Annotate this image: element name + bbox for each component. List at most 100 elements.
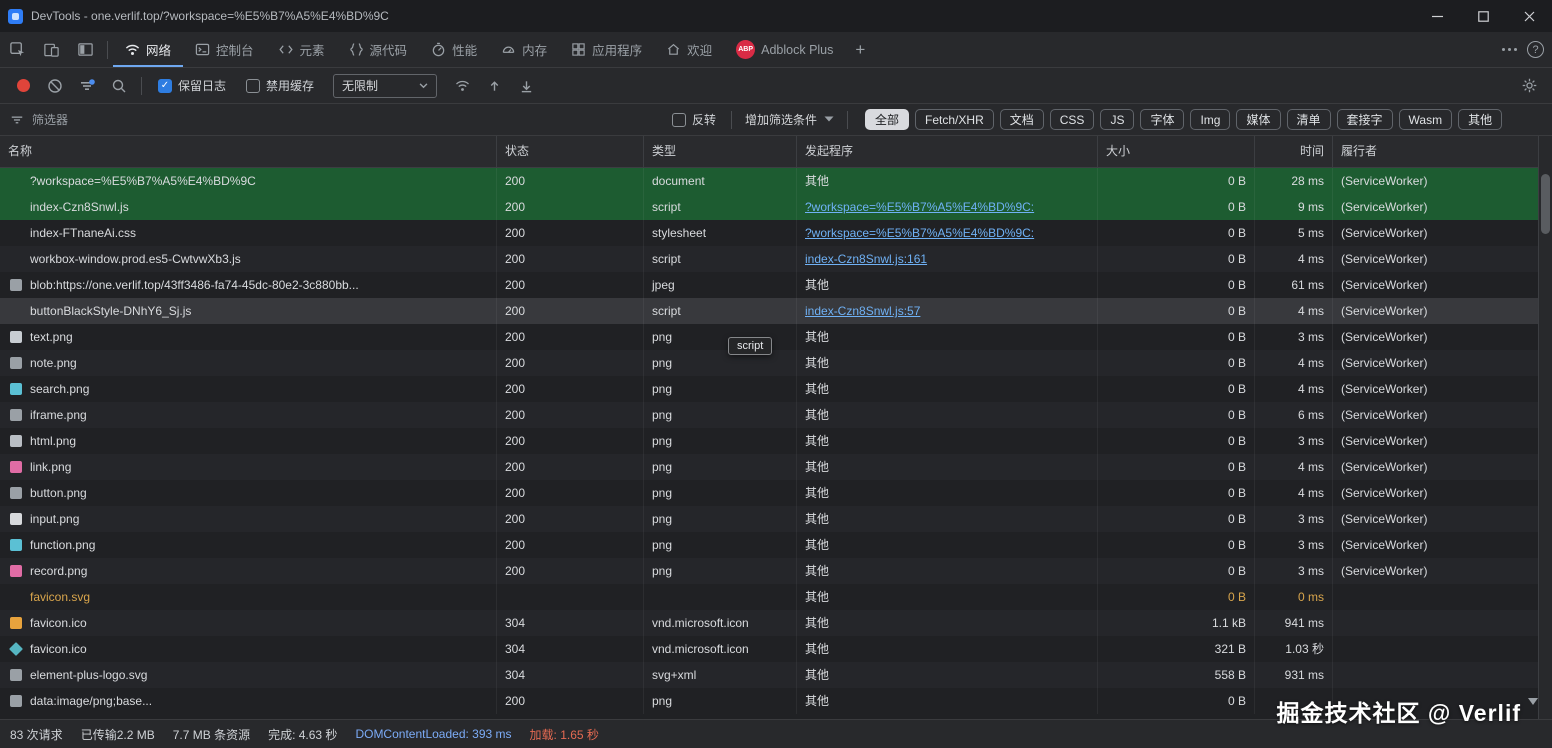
record-network-log-button[interactable]	[8, 73, 38, 99]
tab-performance[interactable]: 性能	[419, 32, 489, 67]
column-header-name[interactable]: 名称	[0, 136, 497, 167]
tab-network[interactable]: 网络	[113, 32, 184, 67]
table-row[interactable]: text.png 200 png 其他 0 B3 ms (ServiceWorker)	[0, 324, 1552, 350]
table-row[interactable]: favicon.ico 304 vnd.microsoft.icon 其他 321 B1…	[0, 636, 1552, 662]
filter-pill-all[interactable]: 全部	[865, 109, 910, 130]
filter-pill-js[interactable]: JS	[1100, 109, 1135, 130]
table-row[interactable]: link.png 200 png 其他 0 B4 ms (ServiceWorker)	[0, 454, 1552, 480]
cell-initiator: 其他	[797, 610, 1098, 636]
tab-elements[interactable]: 元素	[266, 32, 337, 67]
cell-fulfilled-by	[1333, 662, 1552, 688]
filter-pill-media[interactable]: 媒体	[1236, 109, 1281, 130]
cell-time: 3 ms	[1255, 532, 1333, 558]
column-header-status[interactable]: 状态	[497, 136, 644, 167]
column-header-size[interactable]: 大小	[1098, 136, 1255, 167]
cell-initiator: 其他	[797, 506, 1098, 532]
device-toolbar-icon[interactable]	[34, 32, 68, 67]
filter-toggle-button[interactable]	[72, 73, 102, 99]
cell-status: 200	[497, 454, 644, 480]
cell-type: png	[644, 350, 797, 376]
invert-filter-toggle[interactable]: 反转	[672, 111, 716, 128]
panel-layout-icon[interactable]	[68, 32, 102, 67]
network-conditions-button[interactable]	[447, 73, 477, 99]
filter-pill-socket[interactable]: 套接字	[1336, 109, 1393, 130]
invert-checkbox[interactable]	[672, 112, 686, 127]
request-name: favicon.svg	[30, 590, 91, 604]
filter-pill-img[interactable]: Img	[1190, 109, 1231, 130]
filter-pill-doc[interactable]: 文档	[999, 109, 1044, 130]
table-row[interactable]: input.png 200 png 其他 0 B3 ms (ServiceWorker)	[0, 506, 1552, 532]
table-row[interactable]: favicon.svg 其他 0 B0 ms	[0, 584, 1552, 610]
maximize-button[interactable]	[1460, 0, 1506, 32]
search-button[interactable]	[104, 73, 134, 99]
column-header-type[interactable]: 类型	[644, 136, 797, 167]
more-filters-dropdown[interactable]: 增加筛选条件	[745, 111, 834, 128]
filter-pill-css[interactable]: CSS	[1049, 109, 1095, 130]
filter-pill-manifest[interactable]: 清单	[1286, 109, 1331, 130]
table-row[interactable]: function.png 200 png 其他 0 B3 ms (ServiceWorke…	[0, 532, 1552, 558]
filter-input[interactable]	[32, 112, 662, 127]
filter-pill-font[interactable]: 字体	[1140, 109, 1185, 130]
table-row[interactable]: note.png 200 png 其他 0 B4 ms (ServiceWorker)	[0, 350, 1552, 376]
table-row[interactable]: iframe.png 200 png 其他 0 B6 ms (ServiceWorker)	[0, 402, 1552, 428]
tab-adblock-plus[interactable]: ABP Adblock Plus	[724, 32, 845, 67]
tab-console[interactable]: 控制台	[183, 32, 266, 67]
tab-application[interactable]: 应用程序	[559, 32, 654, 67]
preserve-log-toggle[interactable]: 保留日志	[158, 77, 226, 94]
table-row[interactable]: workbox-window.prod.es5-CwtvwXb3.js 200 sc…	[0, 246, 1552, 272]
tab-sources[interactable]: 源代码	[337, 32, 420, 67]
initiator-link[interactable]: ?workspace=%E5%B7%A5%E4%BD%9C:	[805, 220, 1089, 246]
tab-memory[interactable]: 内存	[489, 32, 559, 67]
table-row[interactable]: buttonBlackStyle-DNhY6_Sj.js 200 script ind…	[0, 298, 1552, 324]
column-header-fulfilled-by[interactable]: 履行者	[1333, 136, 1552, 167]
initiator-link[interactable]: index-Czn8Snwl.js:57	[805, 298, 1089, 324]
cell-fulfilled-by: (ServiceWorker)	[1333, 428, 1552, 454]
export-har-button[interactable]	[511, 73, 541, 99]
import-har-button[interactable]	[479, 73, 509, 99]
column-header-initiator[interactable]: 发起程序	[797, 136, 1098, 167]
cell-type: vnd.microsoft.icon	[644, 610, 797, 636]
disable-cache-checkbox[interactable]	[246, 78, 261, 93]
add-tab-button[interactable]: +	[845, 32, 875, 67]
cell-size: 0 B	[1098, 168, 1255, 194]
filter-pill-other[interactable]: 其他	[1458, 109, 1503, 130]
cell-type: svg+xml	[644, 662, 797, 688]
disable-cache-toggle[interactable]: 禁用缓存	[246, 77, 314, 94]
column-header-time[interactable]: 时间	[1255, 136, 1333, 167]
table-row[interactable]: record.png 200 png 其他 0 B3 ms (ServiceWorker)	[0, 558, 1552, 584]
more-options-icon[interactable]	[1502, 48, 1517, 51]
type-tooltip: script	[728, 337, 773, 355]
table-row[interactable]: ?workspace=%E5%B7%A5%E4%BD%9C 200 document…	[0, 168, 1552, 194]
inspect-element-icon[interactable]	[0, 32, 34, 67]
table-row[interactable]: search.png 200 png 其他 0 B4 ms (ServiceWorker)	[0, 376, 1552, 402]
abp-icon: ABP	[736, 40, 756, 59]
minimize-button[interactable]	[1414, 0, 1460, 32]
table-row[interactable]: favicon.ico 304 vnd.microsoft.icon 其他 1.1 kB…	[0, 610, 1552, 636]
load-time: 加载: 1.65 秒	[529, 727, 599, 742]
file-type-icon	[10, 461, 22, 473]
table-row[interactable]: index-Czn8Snwl.js 200 script ?workspace=%E5…	[0, 194, 1552, 220]
clear-network-log-button[interactable]	[40, 73, 70, 99]
tab-welcome[interactable]: 欢迎	[654, 32, 724, 67]
filter-pill-fetch-xhr[interactable]: Fetch/XHR	[915, 109, 994, 130]
table-row[interactable]: html.png 200 png 其他 0 B3 ms (ServiceWorker)	[0, 428, 1552, 454]
table-row[interactable]: index-FTnaneAi.css 200 stylesheet ?workspac…	[0, 220, 1552, 246]
cell-type: png	[644, 480, 797, 506]
throttling-select[interactable]: 无限制	[333, 73, 438, 98]
scrollbar-thumb[interactable]	[1541, 174, 1550, 234]
table-row[interactable]: blob:https://one.verlif.top/43ff3486-fa7…	[0, 272, 1552, 298]
table-row[interactable]: element-plus-logo.svg 304 svg+xml 其他 558 B 93…	[0, 662, 1552, 688]
cell-initiator: 其他	[797, 272, 1098, 298]
initiator-link[interactable]: ?workspace=%E5%B7%A5%E4%BD%9C:	[805, 194, 1089, 220]
table-row[interactable]: button.png 200 png 其他 0 B4 ms (ServiceWorker)	[0, 480, 1552, 506]
close-button[interactable]	[1506, 0, 1552, 32]
help-icon[interactable]: ?	[1527, 41, 1544, 58]
filter-pill-wasm[interactable]: Wasm	[1398, 109, 1453, 130]
vertical-scrollbar[interactable]	[1538, 136, 1552, 719]
performance-icon	[431, 42, 446, 57]
preserve-log-checkbox[interactable]	[158, 78, 172, 93]
initiator-link[interactable]: index-Czn8Snwl.js:161	[805, 246, 1089, 272]
cell-status: 200	[497, 168, 644, 194]
settings-gear-icon[interactable]	[1514, 73, 1544, 99]
cell-status: 200	[497, 350, 644, 376]
